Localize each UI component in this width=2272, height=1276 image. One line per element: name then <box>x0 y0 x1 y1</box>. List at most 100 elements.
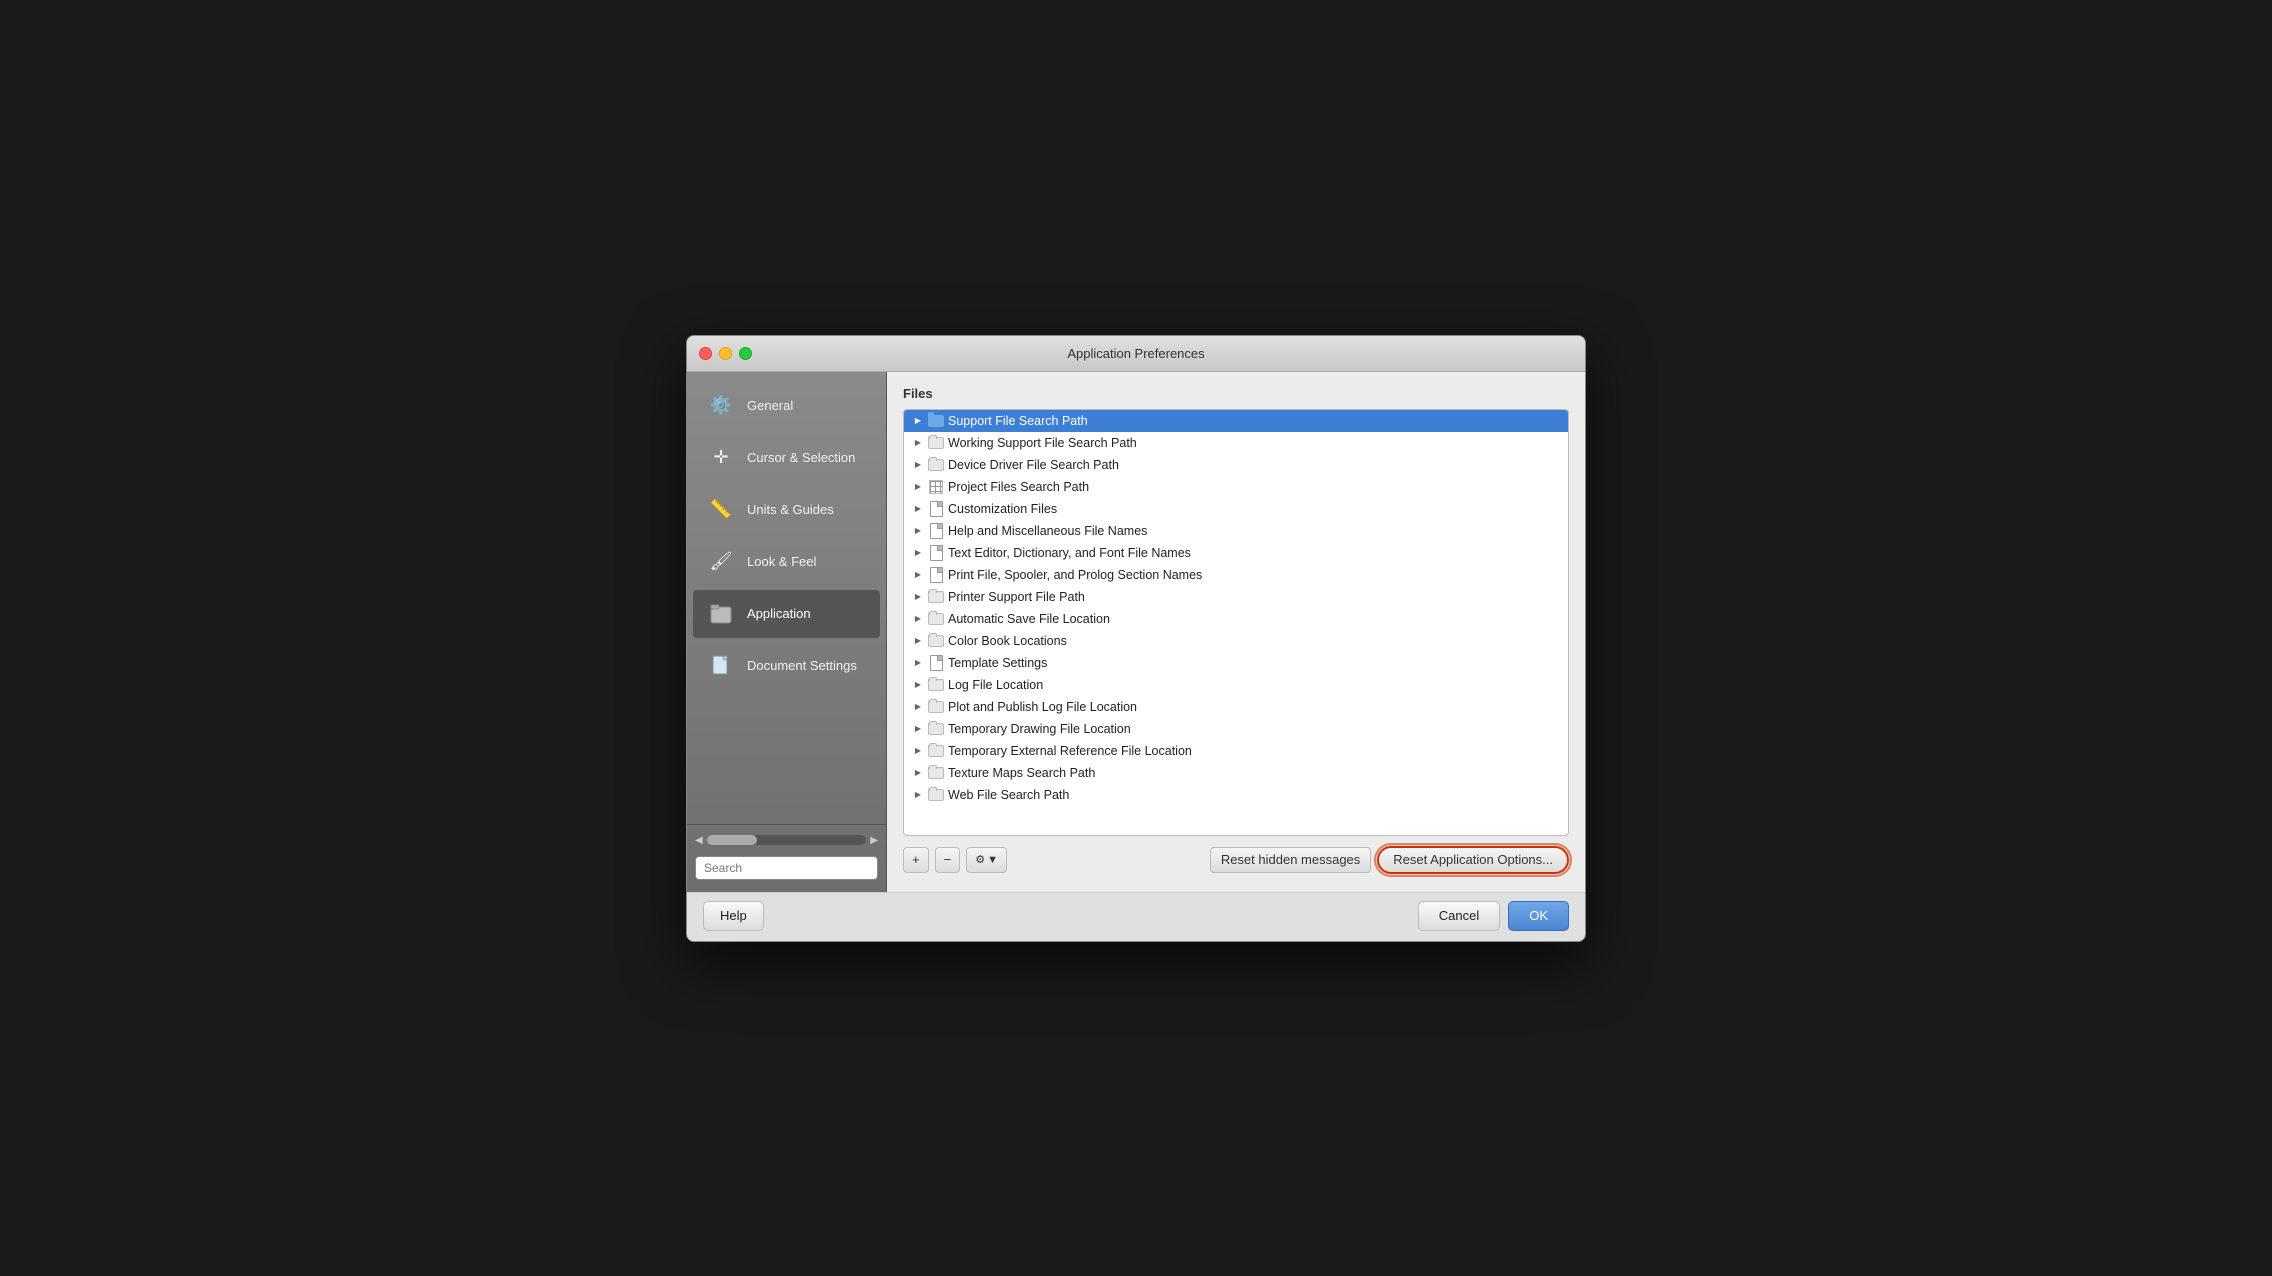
help-area: Help <box>703 901 1410 931</box>
tree-arrow-4: ▶ <box>912 481 924 493</box>
tree-item-1[interactable]: ▶ Support File Search Path <box>904 410 1568 432</box>
tree-item-3[interactable]: ▶ Device Driver File Search Path <box>904 454 1568 476</box>
doc-icon-8 <box>928 567 944 583</box>
minimize-button[interactable] <box>719 347 732 360</box>
tree-item-17[interactable]: ▶ Texture Maps Search Path <box>904 762 1568 784</box>
tree-label-5: Customization Files <box>948 502 1057 516</box>
file-tree[interactable]: ▶ Support File Search Path ▶ Working Sup… <box>903 409 1569 836</box>
window-title: Application Preferences <box>1067 346 1204 361</box>
tree-label-10: Automatic Save File Location <box>948 612 1110 626</box>
main-panel: Files ▶ Support File Search Path ▶ Worki… <box>887 372 1585 892</box>
cancel-button[interactable]: Cancel <box>1418 901 1500 931</box>
application-window: Application Preferences ⚙️ General ✛ Cur… <box>686 335 1586 942</box>
tree-item-18[interactable]: ▶ Web File Search Path <box>904 784 1568 806</box>
tree-label-9: Printer Support File Path <box>948 590 1085 604</box>
tree-label-18: Web File Search Path <box>948 788 1069 802</box>
tree-item-13[interactable]: ▶ Log File Location <box>904 674 1568 696</box>
tree-arrow-17: ▶ <box>912 767 924 779</box>
tree-item-6[interactable]: ▶ Help and Miscellaneous File Names <box>904 520 1568 542</box>
tree-arrow-14: ▶ <box>912 701 924 713</box>
folder-icon-16 <box>928 743 944 759</box>
bottom-toolbar: + − ⚙ ▼ Reset hidden messages Reset Appl… <box>903 836 1569 882</box>
scroll-track[interactable] <box>707 835 867 845</box>
tree-arrow-11: ▶ <box>912 635 924 647</box>
action-bar: Help Cancel OK <box>687 892 1585 941</box>
sidebar-item-look[interactable]: 🖌 Look & Feel <box>693 538 880 586</box>
doc-icon-7 <box>928 545 944 561</box>
content-area: ⚙️ General ✛ Cursor & Selection 📏 Units … <box>687 372 1585 892</box>
sidebar-label-cursor: Cursor & Selection <box>747 450 855 465</box>
folder-icon-9 <box>928 589 944 605</box>
sidebar-item-units[interactable]: 📏 Units & Guides <box>693 486 880 534</box>
add-button[interactable]: + <box>903 847 929 873</box>
sidebar-label-look: Look & Feel <box>747 554 816 569</box>
doc-icon-12 <box>928 655 944 671</box>
folder-icon-11 <box>928 633 944 649</box>
maximize-button[interactable] <box>739 347 752 360</box>
sidebar-label-application: Application <box>747 606 811 621</box>
tree-item-11[interactable]: ▶ Color Book Locations <box>904 630 1568 652</box>
tree-arrow-13: ▶ <box>912 679 924 691</box>
reset-app-button[interactable]: Reset Application Options... <box>1377 846 1569 874</box>
folder-icon-1 <box>928 413 944 429</box>
scroll-thumb <box>707 835 757 845</box>
folder-icon-2 <box>928 435 944 451</box>
tree-arrow-15: ▶ <box>912 723 924 735</box>
tree-arrow-18: ▶ <box>912 789 924 801</box>
tree-item-16[interactable]: ▶ Temporary External Reference File Loca… <box>904 740 1568 762</box>
reset-hidden-button[interactable]: Reset hidden messages <box>1210 847 1371 873</box>
tree-label-14: Plot and Publish Log File Location <box>948 700 1137 714</box>
cursor-icon: ✛ <box>707 444 735 472</box>
folder-icon-3 <box>928 457 944 473</box>
sidebar-item-cursor[interactable]: ✛ Cursor & Selection <box>693 434 880 482</box>
tree-item-8[interactable]: ▶ Print File, Spooler, and Prolog Sectio… <box>904 564 1568 586</box>
document-icon <box>707 652 735 680</box>
doc-icon-5 <box>928 501 944 517</box>
sidebar-item-document[interactable]: Document Settings <box>693 642 880 690</box>
tree-item-9[interactable]: ▶ Printer Support File Path <box>904 586 1568 608</box>
tree-label-3: Device Driver File Search Path <box>948 458 1119 472</box>
tree-item-15[interactable]: ▶ Temporary Drawing File Location <box>904 718 1568 740</box>
sidebar-label-units: Units & Guides <box>747 502 834 517</box>
tree-item-4[interactable]: ▶ Project Files Search Path <box>904 476 1568 498</box>
application-icon <box>707 600 735 628</box>
help-button[interactable]: Help <box>703 901 764 931</box>
tree-item-14[interactable]: ▶ Plot and Publish Log File Location <box>904 696 1568 718</box>
ok-button[interactable]: OK <box>1508 901 1569 931</box>
tree-label-4: Project Files Search Path <box>948 480 1089 494</box>
tree-item-10[interactable]: ▶ Automatic Save File Location <box>904 608 1568 630</box>
folder-icon-14 <box>928 699 944 715</box>
tree-arrow-5: ▶ <box>912 503 924 515</box>
sidebar-bottom: ◀ ▶ <box>687 824 886 892</box>
tree-arrow-10: ▶ <box>912 613 924 625</box>
sidebar-item-general[interactable]: ⚙️ General <box>693 382 880 430</box>
tree-item-2[interactable]: ▶ Working Support File Search Path <box>904 432 1568 454</box>
tree-item-7[interactable]: ▶ Text Editor, Dictionary, and Font File… <box>904 542 1568 564</box>
tree-item-12[interactable]: ▶ Template Settings <box>904 652 1568 674</box>
gear-dropdown-button[interactable]: ⚙ ▼ <box>966 847 1007 873</box>
scroll-right-arrow[interactable]: ▶ <box>870 835 878 846</box>
search-input[interactable] <box>695 856 878 880</box>
search-box <box>687 850 886 886</box>
paint-icon: 🖌 <box>707 548 735 576</box>
titlebar: Application Preferences <box>687 336 1585 372</box>
tree-arrow-9: ▶ <box>912 591 924 603</box>
folder-icon-15 <box>928 721 944 737</box>
tree-label-7: Text Editor, Dictionary, and Font File N… <box>948 546 1191 560</box>
tree-label-11: Color Book Locations <box>948 634 1067 648</box>
close-button[interactable] <box>699 347 712 360</box>
ruler-icon: 📏 <box>707 496 735 524</box>
tree-label-16: Temporary External Reference File Locati… <box>948 744 1192 758</box>
tree-label-8: Print File, Spooler, and Prolog Section … <box>948 568 1202 582</box>
tree-arrow-7: ▶ <box>912 547 924 559</box>
tree-arrow-2: ▶ <box>912 437 924 449</box>
doc-icon-6 <box>928 523 944 539</box>
sidebar-label-document: Document Settings <box>747 658 857 673</box>
folder-icon-18 <box>928 787 944 803</box>
tree-label-12: Template Settings <box>948 656 1047 670</box>
remove-button[interactable]: − <box>935 847 961 873</box>
tree-label-6: Help and Miscellaneous File Names <box>948 524 1147 538</box>
scroll-left-arrow[interactable]: ◀ <box>695 835 703 846</box>
tree-item-5[interactable]: ▶ Customization Files <box>904 498 1568 520</box>
sidebar-item-application[interactable]: Application <box>693 590 880 638</box>
